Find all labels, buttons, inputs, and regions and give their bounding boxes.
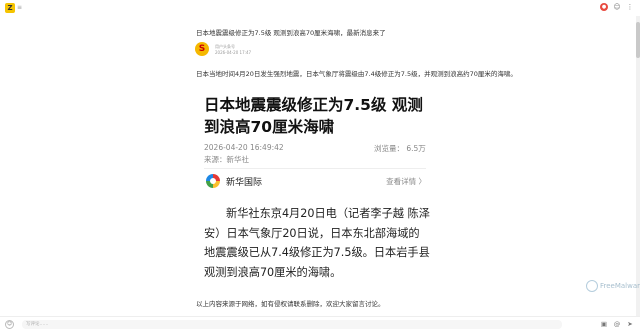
embedded-article: 日本地震震级修正为7.5级 观测到浪高70厘米海啸 2026-04-20 16:… (194, 84, 440, 296)
agency-name[interactable]: 新华国际 (226, 175, 262, 188)
bottom-actions: ▣ @ ➤ (600, 320, 634, 328)
watermark: FreeMalware (586, 280, 640, 292)
agency-row[interactable]: 新华国际 查看详情 〉 (204, 172, 426, 192)
avatar[interactable]: S (195, 42, 209, 56)
article-views: 浏览量： 6.5万 (374, 144, 426, 153)
top-right-actions: ● ☺ ⋮ (600, 3, 634, 11)
more-icon[interactable]: ⋮ (626, 3, 634, 11)
scrollbar[interactable] (636, 16, 640, 316)
image-icon[interactable]: ▣ (600, 320, 608, 328)
top-bar: Z ≡ ● ☺ ⋮ (0, 0, 640, 16)
post-intro: 日本当地时间4月20日发生强烈地震，日本气象厅将震级由7.4级修正为7.5级，并… (196, 70, 517, 78)
profile-icon[interactable]: ☺ (613, 3, 621, 11)
comment-input[interactable]: 写评论…… (22, 320, 562, 329)
view-details-link[interactable]: 查看详情 〉 (386, 176, 426, 187)
scrollbar-thumb[interactable] (636, 22, 640, 58)
menu-icon[interactable]: ≡ (17, 4, 25, 12)
post-footer-text: 以上内容来源于网络，如有侵权请联系删除，欢迎大家留言讨论。 (196, 300, 385, 308)
at-icon[interactable]: @ (613, 320, 621, 328)
send-icon[interactable]: ➤ (626, 320, 634, 328)
article-title: 日本地震震级修正为7.5级 观测到浪高70厘米海啸 (204, 96, 423, 136)
article-body: 新华社东京4月20日电（记者李子越 陈泽安）日本气象厅20日说，日本东北部海域的… (204, 207, 430, 279)
divider (204, 168, 426, 169)
author-timestamp: 2026-04-20 17:47 (215, 50, 252, 55)
article-source: 来源：新华社 (204, 155, 249, 164)
article-date: 2026-04-20 16:49:42 (204, 143, 284, 152)
app-logo[interactable]: Z (5, 3, 15, 13)
agency-logo-icon (206, 174, 220, 188)
notification-icon[interactable]: ● (600, 3, 608, 11)
emoji-icon[interactable]: ☺ (5, 320, 14, 329)
bottom-bar: ☺ 写评论…… ▣ @ ➤ (0, 316, 640, 331)
watermark-text: FreeMalware (600, 282, 640, 290)
watermark-logo-icon (586, 280, 598, 292)
post-title[interactable]: 日本地震震级修正为7.5级 观测到浪高70厘米海啸，最新消息来了 (196, 27, 496, 37)
